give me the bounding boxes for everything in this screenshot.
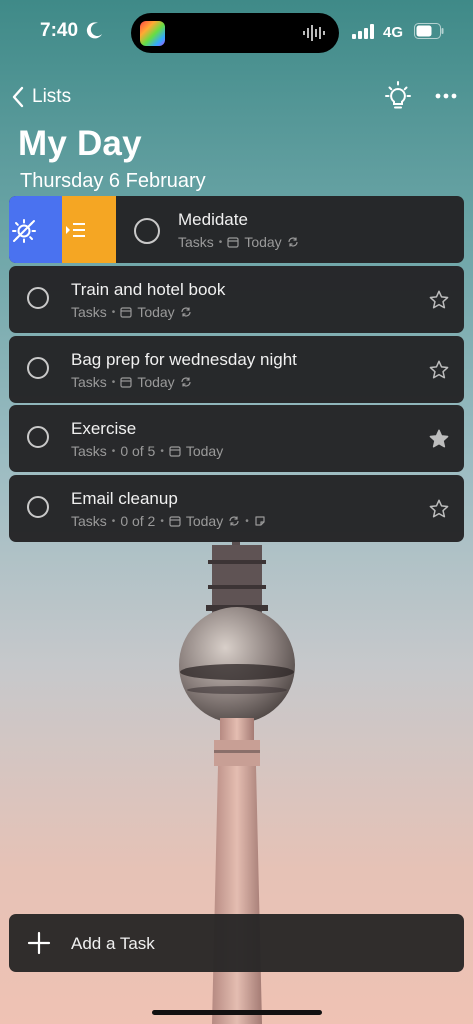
note-icon xyxy=(255,516,265,526)
move-to-list-button[interactable] xyxy=(62,196,116,263)
calendar-icon xyxy=(227,237,239,248)
remove-from-my-day-icon xyxy=(12,219,36,243)
task-meta: Tasks • Today xyxy=(71,374,192,390)
task-row[interactable]: Train and hotel book Tasks • Today xyxy=(9,266,464,333)
task-meta: Tasks • 0 of 5 • Today xyxy=(71,443,223,459)
task-steps: 0 of 2 xyxy=(120,513,156,529)
plus-icon xyxy=(27,931,51,955)
remove-from-my-day-button[interactable] xyxy=(9,196,62,263)
page-date: Thursday 6 February xyxy=(20,170,206,192)
task-row[interactable]: Bag prep for wednesday night Tasks • Tod… xyxy=(9,336,464,403)
task-meta: Tasks • Today xyxy=(178,234,299,250)
task-due: Today xyxy=(185,513,224,529)
task-list-name: Tasks xyxy=(71,513,107,529)
star-icon[interactable] xyxy=(428,498,450,520)
task-list-name: Tasks xyxy=(71,374,107,390)
home-indicator xyxy=(152,1010,322,1015)
complete-checkbox[interactable] xyxy=(27,287,49,309)
separator-dot: • xyxy=(111,376,116,388)
calendar-icon xyxy=(120,377,132,388)
cellular-signal-icon xyxy=(352,24,374,39)
task-title: Medidate xyxy=(178,210,248,229)
task-title: Bag prep for wednesday night xyxy=(71,350,297,369)
task-meta: Tasks • Today xyxy=(71,304,192,320)
complete-checkbox[interactable] xyxy=(27,426,49,448)
battery-icon xyxy=(414,23,444,39)
task-list-name: Tasks xyxy=(71,304,107,320)
status-time: 7:40 xyxy=(40,20,79,41)
task-list-name: Tasks xyxy=(71,443,107,459)
add-task-button[interactable]: Add a Task xyxy=(9,914,464,972)
star-filled-icon[interactable] xyxy=(428,428,450,450)
task-title: Exercise xyxy=(71,419,137,438)
repeat-icon xyxy=(181,377,191,387)
add-task-label: Add a Task xyxy=(71,934,155,953)
move-to-list-icon xyxy=(66,223,85,237)
task-due: Today xyxy=(137,374,175,390)
separator-dot: • xyxy=(160,445,164,457)
task-row[interactable]: Email cleanup Tasks • 0 of 2 • Today • xyxy=(9,475,464,542)
network-type: 4G xyxy=(383,24,404,41)
bulb-suggestions-icon[interactable] xyxy=(381,80,415,114)
separator-dot: • xyxy=(111,515,116,527)
more-icon[interactable] xyxy=(434,86,458,106)
complete-checkbox[interactable] xyxy=(27,357,49,379)
star-icon[interactable] xyxy=(428,359,450,381)
status-bar: 7:40 4G xyxy=(0,0,473,60)
audio-wave-icon xyxy=(303,25,325,41)
task-meta: Tasks • 0 of 2 • Today • xyxy=(71,513,266,529)
moon-icon xyxy=(86,22,102,39)
chevron-left-icon xyxy=(12,86,24,108)
task-due: Today xyxy=(244,234,282,250)
live-activity-app-icon xyxy=(140,21,165,46)
calendar-icon xyxy=(120,307,132,318)
repeat-icon xyxy=(288,237,298,247)
task-steps: 0 of 5 xyxy=(120,443,156,459)
separator-dot: • xyxy=(111,445,116,457)
complete-checkbox[interactable] xyxy=(27,496,49,518)
star-icon[interactable] xyxy=(428,289,450,311)
back-label: Lists xyxy=(32,86,72,107)
calendar-icon xyxy=(169,516,181,527)
complete-checkbox[interactable] xyxy=(134,218,160,244)
separator-dot: • xyxy=(111,306,116,318)
calendar-icon xyxy=(169,446,181,457)
back-button[interactable]: Lists xyxy=(12,85,71,109)
repeat-icon xyxy=(229,516,239,526)
task-row[interactable]: Exercise Tasks • 0 of 5 • Today xyxy=(9,405,464,472)
task-title: Train and hotel book xyxy=(71,280,226,299)
repeat-icon xyxy=(181,307,191,317)
task-due: Today xyxy=(137,304,175,320)
separator-dot: • xyxy=(245,515,249,527)
page-title: My Day xyxy=(18,124,142,163)
task-due: Today xyxy=(185,443,224,459)
task-row-swiped[interactable]: Medidate Tasks • Today xyxy=(9,196,464,263)
task-content[interactable]: Medidate Tasks • Today xyxy=(116,196,464,263)
task-list-name: Tasks xyxy=(178,234,214,250)
separator-dot: • xyxy=(160,515,164,527)
separator-dot: • xyxy=(218,236,223,248)
task-title: Email cleanup xyxy=(71,489,178,508)
